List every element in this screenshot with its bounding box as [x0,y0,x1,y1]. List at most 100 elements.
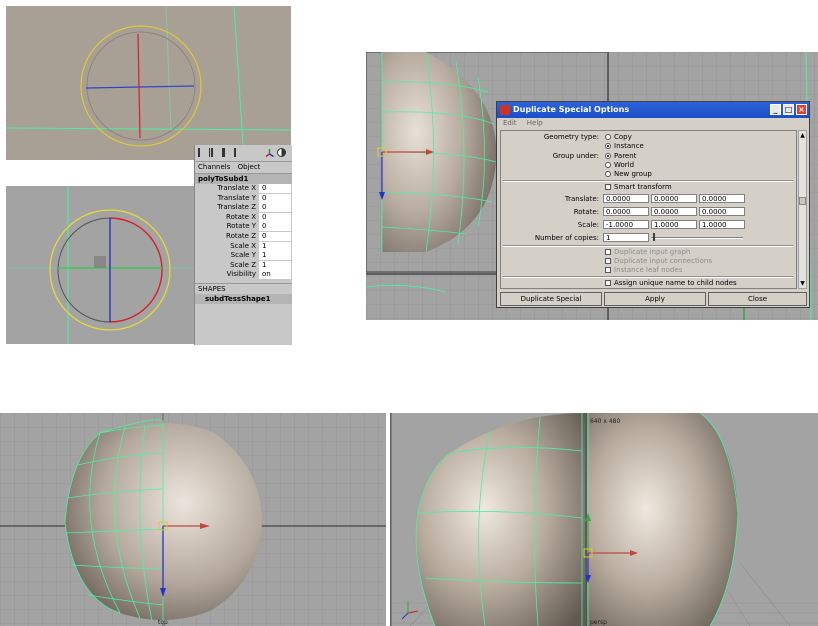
camera-label: persp [590,619,607,626]
menu-object[interactable]: Object [238,163,261,171]
group-under-label: Group under: [552,152,599,160]
radio-icon [605,171,611,177]
wire-edge [6,127,291,131]
scroll-up-icon[interactable]: ▲ [799,132,806,139]
duplicate-input-graph-checkbox[interactable]: Duplicate input graph [605,248,690,256]
rotate-manip-x-arc[interactable] [109,217,163,323]
view-label: top [158,619,168,626]
duplicate-special-button[interactable]: Duplicate Special [500,292,602,306]
maximize-icon[interactable]: □ [783,104,794,115]
attr-value[interactable]: 1 [259,260,291,270]
half-sphere-right[interactable] [586,413,738,626]
close-button[interactable]: Close [708,292,807,306]
checkbox-label: Assign unique name to child nodes [614,279,737,287]
minimize-icon[interactable]: _ [770,104,781,115]
attr-label: Rotate Z [226,231,256,240]
radio-world[interactable]: World [605,161,634,169]
attr-row-translate-y[interactable]: Translate Y0 [195,193,292,204]
attr-row-scale-z[interactable]: Scale Z1 [195,260,292,271]
menu-help[interactable]: Help [527,119,543,127]
menu-channels[interactable]: Channels [198,163,230,171]
checkbox-icon [605,258,611,264]
radio-instance[interactable]: Instance [605,142,644,150]
attr-row-translate-z[interactable]: Translate Z0 [195,203,292,213]
toggle-shading-icon[interactable] [277,148,286,157]
attr-value[interactable]: 1 [259,241,291,251]
attr-row-visibility[interactable]: Visibility on [195,270,292,280]
attr-row-scale-x[interactable]: Scale X1 [195,241,292,252]
attr-row-scale-y[interactable]: Scale Y1 [195,251,292,261]
viewport-bottom-right-canvas[interactable]: 640 x 480 persp [390,413,818,626]
checkbox-label: Instance leaf nodes [614,266,683,274]
checkbox-icon [605,280,611,286]
attr-row-rotate-z[interactable]: Rotate Z0 [195,231,292,242]
instance-leaf-nodes-checkbox[interactable]: Instance leaf nodes [605,266,682,274]
checkbox-icon [605,249,611,255]
attr-label: Scale Y [230,251,256,260]
attr-row-rotate-y[interactable]: Rotate Y0 [195,222,292,232]
radio-new-group[interactable]: New group [605,170,652,178]
viewport-bottom-right[interactable]: 640 x 480 persp [390,413,818,626]
duplicate-input-connections-checkbox[interactable]: Duplicate input connections [605,257,712,265]
rotate-y-field[interactable]: 0.0000 [651,207,697,216]
rotate-z-field[interactable]: 0.0000 [699,207,745,216]
radio-copy[interactable]: Copy [605,133,632,141]
layout-icon-3[interactable] [224,148,236,157]
radio-label: Copy [614,133,632,141]
attr-value[interactable]: 0 [259,212,291,222]
attr-value[interactable]: 0 [259,222,291,232]
shape-node-name[interactable]: subdTessShape1 [195,293,292,304]
attr-value[interactable]: 0 [259,231,291,241]
manip-axis-x[interactable] [137,33,141,139]
attr-label: Scale X [230,241,256,250]
radio-label: World [614,161,635,169]
scroll-thumb[interactable] [799,197,806,205]
attr-value[interactable]: 0 [259,203,291,213]
resolution-gate-label: 640 x 480 [590,418,620,425]
layout-icon-1[interactable] [198,148,210,157]
node-name[interactable]: polyToSubd1 [195,174,292,184]
viewport-top-left[interactable] [6,6,291,160]
checkbox-icon [605,184,611,190]
close-icon[interactable]: × [796,104,807,115]
manip-axis-z[interactable] [85,85,195,89]
view-axis-icon [401,601,419,620]
axes-icon[interactable] [265,148,274,157]
viewport-bottom-left[interactable]: top [0,413,386,626]
layout-icon-2[interactable] [211,148,224,157]
rotate-label: Rotate: [573,208,599,216]
assign-unique-name-checkbox[interactable]: Assign unique name to child nodes [605,279,737,287]
attr-label: Translate X [217,184,256,192]
attr-value[interactable]: on [259,270,291,280]
menu-edit[interactable]: Edit [503,119,517,127]
half-sphere-left[interactable] [416,413,585,626]
translate-y-field[interactable]: 0.0000 [651,194,697,203]
rotate-x-field[interactable]: 0.0000 [603,207,649,216]
attr-value[interactable]: 0 [259,184,291,193]
viewport-mid-left[interactable] [6,186,194,344]
viewport-bottom-left-canvas[interactable]: top [0,413,386,626]
viewport-mid-left-canvas[interactable] [6,186,194,344]
attr-row-translate-x[interactable]: Translate X0 [195,184,292,194]
viewport-top-left-canvas[interactable] [6,6,291,160]
translate-x-field[interactable]: 0.0000 [603,194,649,203]
translate-z-field[interactable]: 0.0000 [699,194,745,203]
attribute-list: Translate X0 Translate Y0 Translate Z0 R… [195,184,292,280]
scale-label: Scale: [577,221,599,229]
apply-button[interactable]: Apply [604,292,706,306]
radio-parent[interactable]: Parent [605,152,636,160]
scale-x-field[interactable]: -1.0000 [603,220,649,229]
radio-label: New group [614,170,652,178]
copies-slider-handle[interactable] [653,233,655,241]
attr-value[interactable]: 1 [259,251,291,261]
dialog-scrollbar[interactable]: ▲ ▼ [798,130,807,289]
attr-row-rotate-x[interactable]: Rotate X0 [195,212,292,223]
copies-field[interactable]: 1 [603,233,649,242]
scroll-down-icon[interactable]: ▼ [799,280,806,287]
attr-value[interactable]: 0 [259,193,291,203]
copies-slider-track[interactable] [651,237,743,239]
dialog-title-bar[interactable]: Duplicate Special Options _ □ × [497,102,809,118]
scale-z-field[interactable]: 1.0000 [699,220,745,229]
smart-transform-checkbox[interactable]: Smart transform [605,183,672,191]
scale-y-field[interactable]: 1.0000 [651,220,697,229]
